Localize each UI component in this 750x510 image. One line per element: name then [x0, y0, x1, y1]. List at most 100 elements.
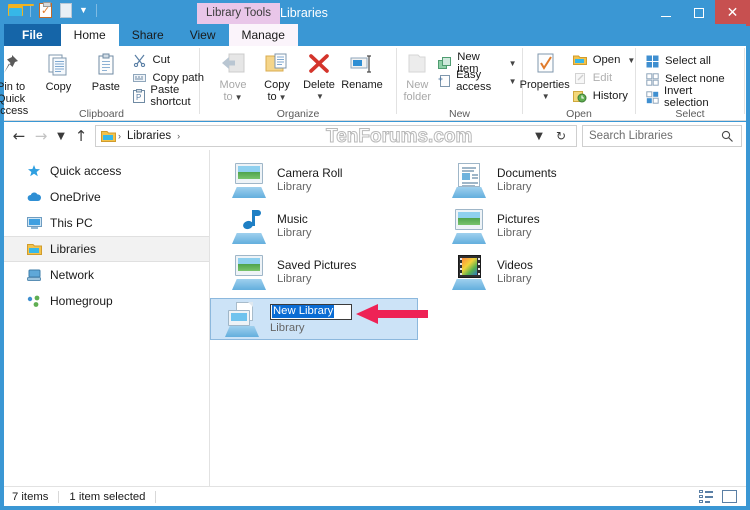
open-caret-icon[interactable]: ▼ — [627, 56, 635, 65]
tab-file[interactable]: File — [4, 24, 61, 46]
sidebar-item-this-pc[interactable]: This PC — [4, 210, 209, 236]
close-button[interactable]: ✕ — [715, 0, 750, 26]
list-item[interactable]: Saved Pictures Library — [226, 252, 431, 292]
minimize-button[interactable] — [649, 0, 682, 26]
sidebar-item-onedrive[interactable]: OneDrive — [4, 184, 209, 210]
group-separator-5 — [744, 48, 745, 114]
list-item[interactable]: Music Library — [226, 206, 431, 246]
search-icon[interactable] — [720, 129, 735, 144]
cloud-icon — [26, 189, 42, 205]
up-button[interactable]: ↑ — [70, 125, 92, 147]
move-to-button[interactable]: Move to▼ — [211, 49, 255, 104]
easy-access-button[interactable]: Easy access ▼ — [435, 72, 519, 90]
paste-button[interactable]: Paste — [82, 49, 129, 93]
rename-input[interactable]: New Library — [270, 304, 352, 320]
homegroup-icon — [26, 293, 42, 309]
search-box[interactable]: Search Libraries — [582, 125, 742, 147]
paste-label: Paste — [92, 81, 120, 93]
contextual-tab-title: Library Tools — [197, 3, 280, 24]
star-icon — [26, 163, 42, 179]
open-button[interactable]: Open ▼ — [570, 51, 639, 69]
copy-to-button[interactable]: Copy to▼ — [255, 49, 299, 104]
breadcrumb-bar[interactable]: › Libraries › ▼ ↻ — [95, 125, 577, 147]
sidebar-item-homegroup[interactable]: Homegroup — [4, 288, 209, 314]
properties-icon[interactable] — [37, 2, 54, 19]
new-folder-icon[interactable] — [57, 2, 74, 19]
copy-icon — [45, 52, 71, 78]
list-item[interactable]: Documents Library — [446, 160, 651, 200]
tab-manage[interactable]: Manage — [229, 24, 298, 46]
delete-button[interactable]: Delete ▼ — [299, 49, 339, 103]
properties-icon — [532, 52, 558, 76]
list-item[interactable]: Camera Roll Library — [226, 160, 431, 200]
easy-access-caret-icon[interactable]: ▼ — [509, 77, 517, 86]
maximize-button[interactable] — [682, 0, 715, 26]
view-buttons — [697, 489, 738, 505]
copy-path-icon — [132, 71, 147, 86]
details-view-button[interactable] — [697, 489, 715, 505]
rename-icon — [348, 52, 376, 76]
invert-selection-button[interactable]: Invert selection — [642, 88, 738, 106]
tab-share[interactable]: Share — [119, 24, 177, 46]
open-folder-icon — [573, 53, 588, 68]
invert-selection-icon — [645, 90, 659, 105]
navigation-pane: Quick access OneDrive This PC Libraries — [4, 150, 210, 486]
sidebar-item-libraries[interactable]: Libraries — [4, 236, 209, 262]
easy-access-icon — [438, 74, 451, 89]
customize-chevron-icon[interactable]: ▼ — [77, 6, 90, 15]
edit-button[interactable]: Edit — [570, 69, 639, 87]
properties-label: Properties — [520, 79, 570, 91]
list-item[interactable]: Pictures Library — [446, 206, 651, 246]
move-to-icon — [220, 52, 246, 76]
back-button[interactable]: ← — [8, 125, 30, 147]
items-view[interactable]: Camera Roll Library — [210, 150, 746, 486]
open-label: Open — [593, 54, 621, 66]
forward-button[interactable]: → — [30, 125, 52, 147]
pin-icon — [0, 52, 24, 78]
breadcrumb-sep-2[interactable]: › — [175, 131, 182, 141]
properties-button[interactable]: Properties ▼ — [520, 49, 570, 103]
sidebar-item-network[interactable]: Network — [4, 262, 209, 288]
copy-label: Copy — [46, 81, 72, 93]
select-all-label: Select all — [665, 55, 711, 67]
properties-caret-icon[interactable]: ▼ — [542, 91, 550, 103]
invert-selection-label: Invert selection — [664, 85, 735, 109]
history-label: History — [593, 90, 628, 102]
new-small-commands: New item ▼ Easy access ▼ — [435, 49, 519, 90]
rename-button[interactable]: Rename — [339, 49, 385, 91]
item-name: Pictures — [497, 212, 540, 226]
status-selection: 1 item selected — [69, 491, 145, 503]
qat-divider-2 — [96, 4, 97, 17]
tab-home[interactable]: Home — [61, 24, 119, 46]
recent-locations-button[interactable]: ▼ — [52, 125, 70, 147]
history-button[interactable]: History — [570, 87, 639, 105]
libraries-folder-icon — [26, 241, 42, 257]
sidebar-label-onedrive: OneDrive — [50, 190, 101, 204]
breadcrumb-libraries[interactable]: Libraries — [123, 130, 175, 142]
copy-button[interactable]: Copy — [35, 49, 82, 93]
copy-path-label: Copy path — [152, 72, 204, 84]
item-name: Documents — [497, 166, 557, 180]
item-subtitle: Library — [497, 226, 540, 240]
sidebar-item-quick-access[interactable]: Quick access — [4, 158, 209, 184]
large-icons-view-button[interactable] — [720, 489, 738, 505]
select-all-button[interactable]: Select all — [642, 52, 738, 70]
refresh-icon[interactable]: ↻ — [552, 125, 570, 147]
window-title: Libraries — [270, 3, 338, 24]
explorer-icon[interactable] — [7, 2, 24, 19]
ribbon-group-clipboard: Pin to Quick access Copy — [4, 46, 199, 121]
paste-icon — [93, 52, 119, 78]
ribbon-group-select: Select all Select none Invert selection — [636, 46, 744, 121]
group-label-new: New — [397, 108, 522, 120]
new-folder-line1: New — [406, 79, 428, 91]
new-item-caret-icon[interactable]: ▼ — [509, 59, 517, 68]
new-folder-button[interactable]: New folder — [399, 49, 435, 103]
list-item[interactable]: Videos Library — [446, 252, 651, 292]
tab-view[interactable]: View — [177, 24, 229, 46]
pin-to-quick-access-button[interactable]: Pin to Quick access — [0, 49, 35, 117]
delete-caret-icon[interactable]: ▼ — [316, 91, 324, 103]
rename-label: Rename — [341, 79, 383, 91]
network-icon — [26, 267, 42, 283]
item-name: Videos — [497, 258, 533, 272]
address-history-caret-icon[interactable]: ▼ — [530, 125, 548, 147]
